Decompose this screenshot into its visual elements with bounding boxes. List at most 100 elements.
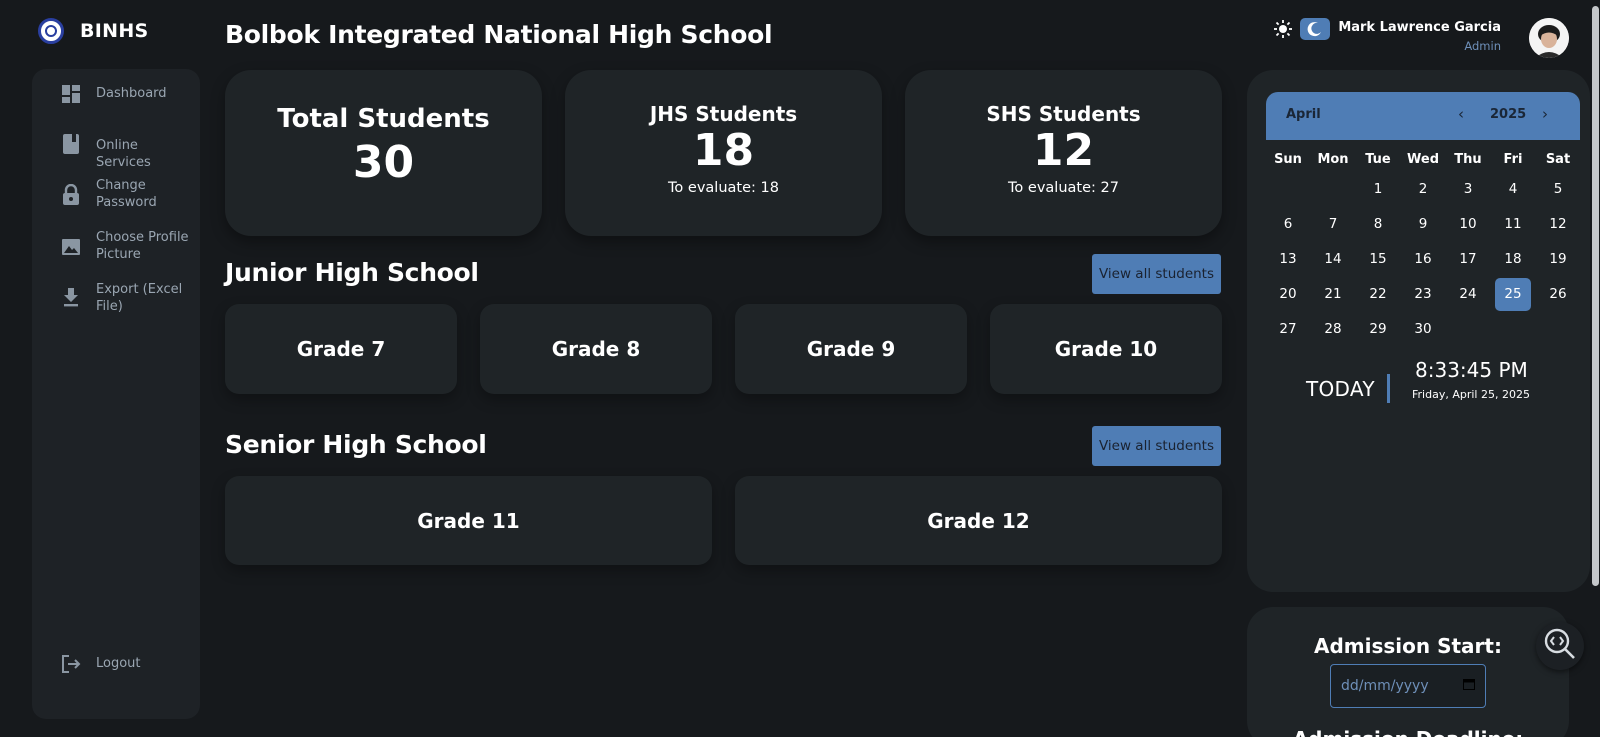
view-all-shs-button[interactable]: View all students xyxy=(1092,426,1221,466)
dashboard-icon xyxy=(60,83,82,105)
calendar-day[interactable]: 15 xyxy=(1360,243,1396,276)
calendar-day[interactable]: 27 xyxy=(1270,313,1306,346)
total-students-label: Total Students xyxy=(277,104,490,134)
calendar-day[interactable]: 20 xyxy=(1270,278,1306,311)
weekday-header: Fri xyxy=(1503,152,1523,167)
sidebar-item-label: Online Services xyxy=(96,138,151,170)
page-title: Bolbok Integrated National High School xyxy=(225,20,773,49)
code-search-button[interactable] xyxy=(1536,622,1584,670)
lock-icon xyxy=(60,184,82,206)
calendar-day[interactable]: 2 xyxy=(1405,173,1441,206)
shs-evaluate-text: To evaluate: 27 xyxy=(1008,180,1119,196)
calendar-day[interactable]: 9 xyxy=(1405,208,1441,241)
weekday-header: Mon xyxy=(1317,152,1349,167)
calendar-day[interactable]: 17 xyxy=(1450,243,1486,276)
calendar-day[interactable]: 22 xyxy=(1360,278,1396,311)
calendar-day-selected[interactable]: 25 xyxy=(1495,278,1531,311)
theme-toggle[interactable] xyxy=(1272,18,1330,40)
total-students-card: Total Students 30 xyxy=(225,70,542,236)
admission-deadline-label: Admission Deadline: xyxy=(1247,727,1569,737)
grade-7-card[interactable]: Grade 7 xyxy=(225,304,457,394)
calendar-day[interactable]: 6 xyxy=(1270,208,1306,241)
calendar-day[interactable]: 23 xyxy=(1405,278,1441,311)
book-icon xyxy=(60,133,82,155)
total-students-value: 30 xyxy=(352,137,415,188)
calendar-day[interactable]: 4 xyxy=(1495,173,1531,206)
jhs-students-card: JHS Students 18 To evaluate: 18 xyxy=(565,70,882,236)
sun-icon[interactable] xyxy=(1272,18,1294,40)
calendar-header: April ‹ 2025 › xyxy=(1266,92,1580,140)
download-icon xyxy=(60,286,82,308)
chevron-right-icon[interactable]: › xyxy=(1542,105,1548,123)
user-role: Admin xyxy=(1464,39,1501,53)
grade-10-card[interactable]: Grade 10 xyxy=(990,304,1222,394)
sidebar-item-dashboard[interactable]: Dashboard xyxy=(32,83,200,109)
today-divider xyxy=(1387,374,1390,403)
calendar-day[interactable]: 18 xyxy=(1495,243,1531,276)
brand-name: BINHS xyxy=(80,20,149,42)
shs-section-title: Senior High School xyxy=(225,430,487,459)
shs-students-value: 12 xyxy=(1032,125,1095,176)
today-label: TODAY xyxy=(1306,377,1375,401)
calendar-day[interactable]: 19 xyxy=(1540,243,1576,276)
logout-icon xyxy=(60,653,82,675)
weekday-header: Thu xyxy=(1454,152,1482,167)
admission-start-date-input[interactable]: dd/mm/yyyy xyxy=(1330,664,1486,708)
calendar-day[interactable]: 10 xyxy=(1450,208,1486,241)
calendar-day[interactable]: 11 xyxy=(1495,208,1531,241)
sidebar-item-label: Change Password xyxy=(96,178,157,210)
sidebar-item-label: Dashboard xyxy=(96,86,167,101)
calendar-day[interactable]: 24 xyxy=(1450,278,1486,311)
grade-8-card[interactable]: Grade 8 xyxy=(480,304,712,394)
calendar-day[interactable]: 14 xyxy=(1315,243,1351,276)
school-logo xyxy=(38,18,64,44)
calendar-day[interactable]: 28 xyxy=(1315,313,1351,346)
calendar-day[interactable]: 3 xyxy=(1450,173,1486,206)
calendar-year: 2025 xyxy=(1490,107,1527,122)
moon-icon[interactable] xyxy=(1300,18,1330,40)
brand[interactable]: BINHS xyxy=(38,18,149,44)
weekday-header: Sun xyxy=(1274,152,1302,167)
calendar-day[interactable]: 16 xyxy=(1405,243,1441,276)
chevron-left-icon[interactable]: ‹ xyxy=(1458,105,1464,123)
view-all-jhs-button[interactable]: View all students xyxy=(1092,254,1221,294)
sidebar: Dashboard Online Services Change Passwor… xyxy=(32,69,200,719)
sidebar-item-label: Choose Profile Picture xyxy=(96,230,189,262)
weekday-header: Sat xyxy=(1545,152,1571,167)
grade-9-card[interactable]: Grade 9 xyxy=(735,304,967,394)
calendar-day[interactable]: 7 xyxy=(1315,208,1351,241)
clock-time: 8:33:45 PM xyxy=(1415,358,1528,382)
calendar-day[interactable]: 21 xyxy=(1315,278,1351,311)
jhs-evaluate-text: To evaluate: 18 xyxy=(668,180,779,196)
sidebar-item-label: Export (Excel File) xyxy=(96,282,183,314)
sidebar-item-choose-profile-picture[interactable]: Choose Profile Picture xyxy=(32,229,200,265)
calendar-day[interactable]: 30 xyxy=(1405,313,1441,346)
sidebar-item-change-password[interactable]: Change Password xyxy=(32,177,200,213)
calendar-day[interactable]: 1 xyxy=(1360,173,1396,206)
admission-start-label: Admission Start: xyxy=(1314,634,1502,658)
logout-button[interactable]: Logout xyxy=(32,653,200,679)
calendar-day[interactable]: 12 xyxy=(1540,208,1576,241)
sidebar-item-online-services[interactable]: Online Services xyxy=(32,133,200,170)
weekday-header: Wed xyxy=(1407,152,1439,167)
shs-students-label: SHS Students xyxy=(986,102,1141,126)
calendar-day[interactable]: 26 xyxy=(1540,278,1576,311)
user-name: Mark Lawrence Garcia xyxy=(1338,20,1501,35)
calendar-icon[interactable] xyxy=(1463,678,1475,694)
calendar-day[interactable]: 29 xyxy=(1360,313,1396,346)
calendar-day[interactable]: 13 xyxy=(1270,243,1306,276)
sidebar-item-export-excel[interactable]: Export (Excel File) xyxy=(32,281,200,317)
calendar-month: April xyxy=(1286,107,1321,122)
jhs-students-value: 18 xyxy=(692,125,755,176)
image-icon xyxy=(60,236,82,258)
jhs-students-label: JHS Students xyxy=(649,102,798,126)
avatar[interactable] xyxy=(1529,18,1569,58)
date-placeholder: dd/mm/yyyy xyxy=(1341,678,1429,694)
grade-12-card[interactable]: Grade 12 xyxy=(735,476,1222,565)
grade-11-card[interactable]: Grade 11 xyxy=(225,476,712,565)
calendar-day[interactable]: 5 xyxy=(1540,173,1576,206)
clock-date: Friday, April 25, 2025 xyxy=(1412,388,1530,401)
calendar-day[interactable]: 8 xyxy=(1360,208,1396,241)
shs-students-card: SHS Students 12 To evaluate: 27 xyxy=(905,70,1222,236)
scrollbar-thumb[interactable] xyxy=(1592,6,1599,586)
